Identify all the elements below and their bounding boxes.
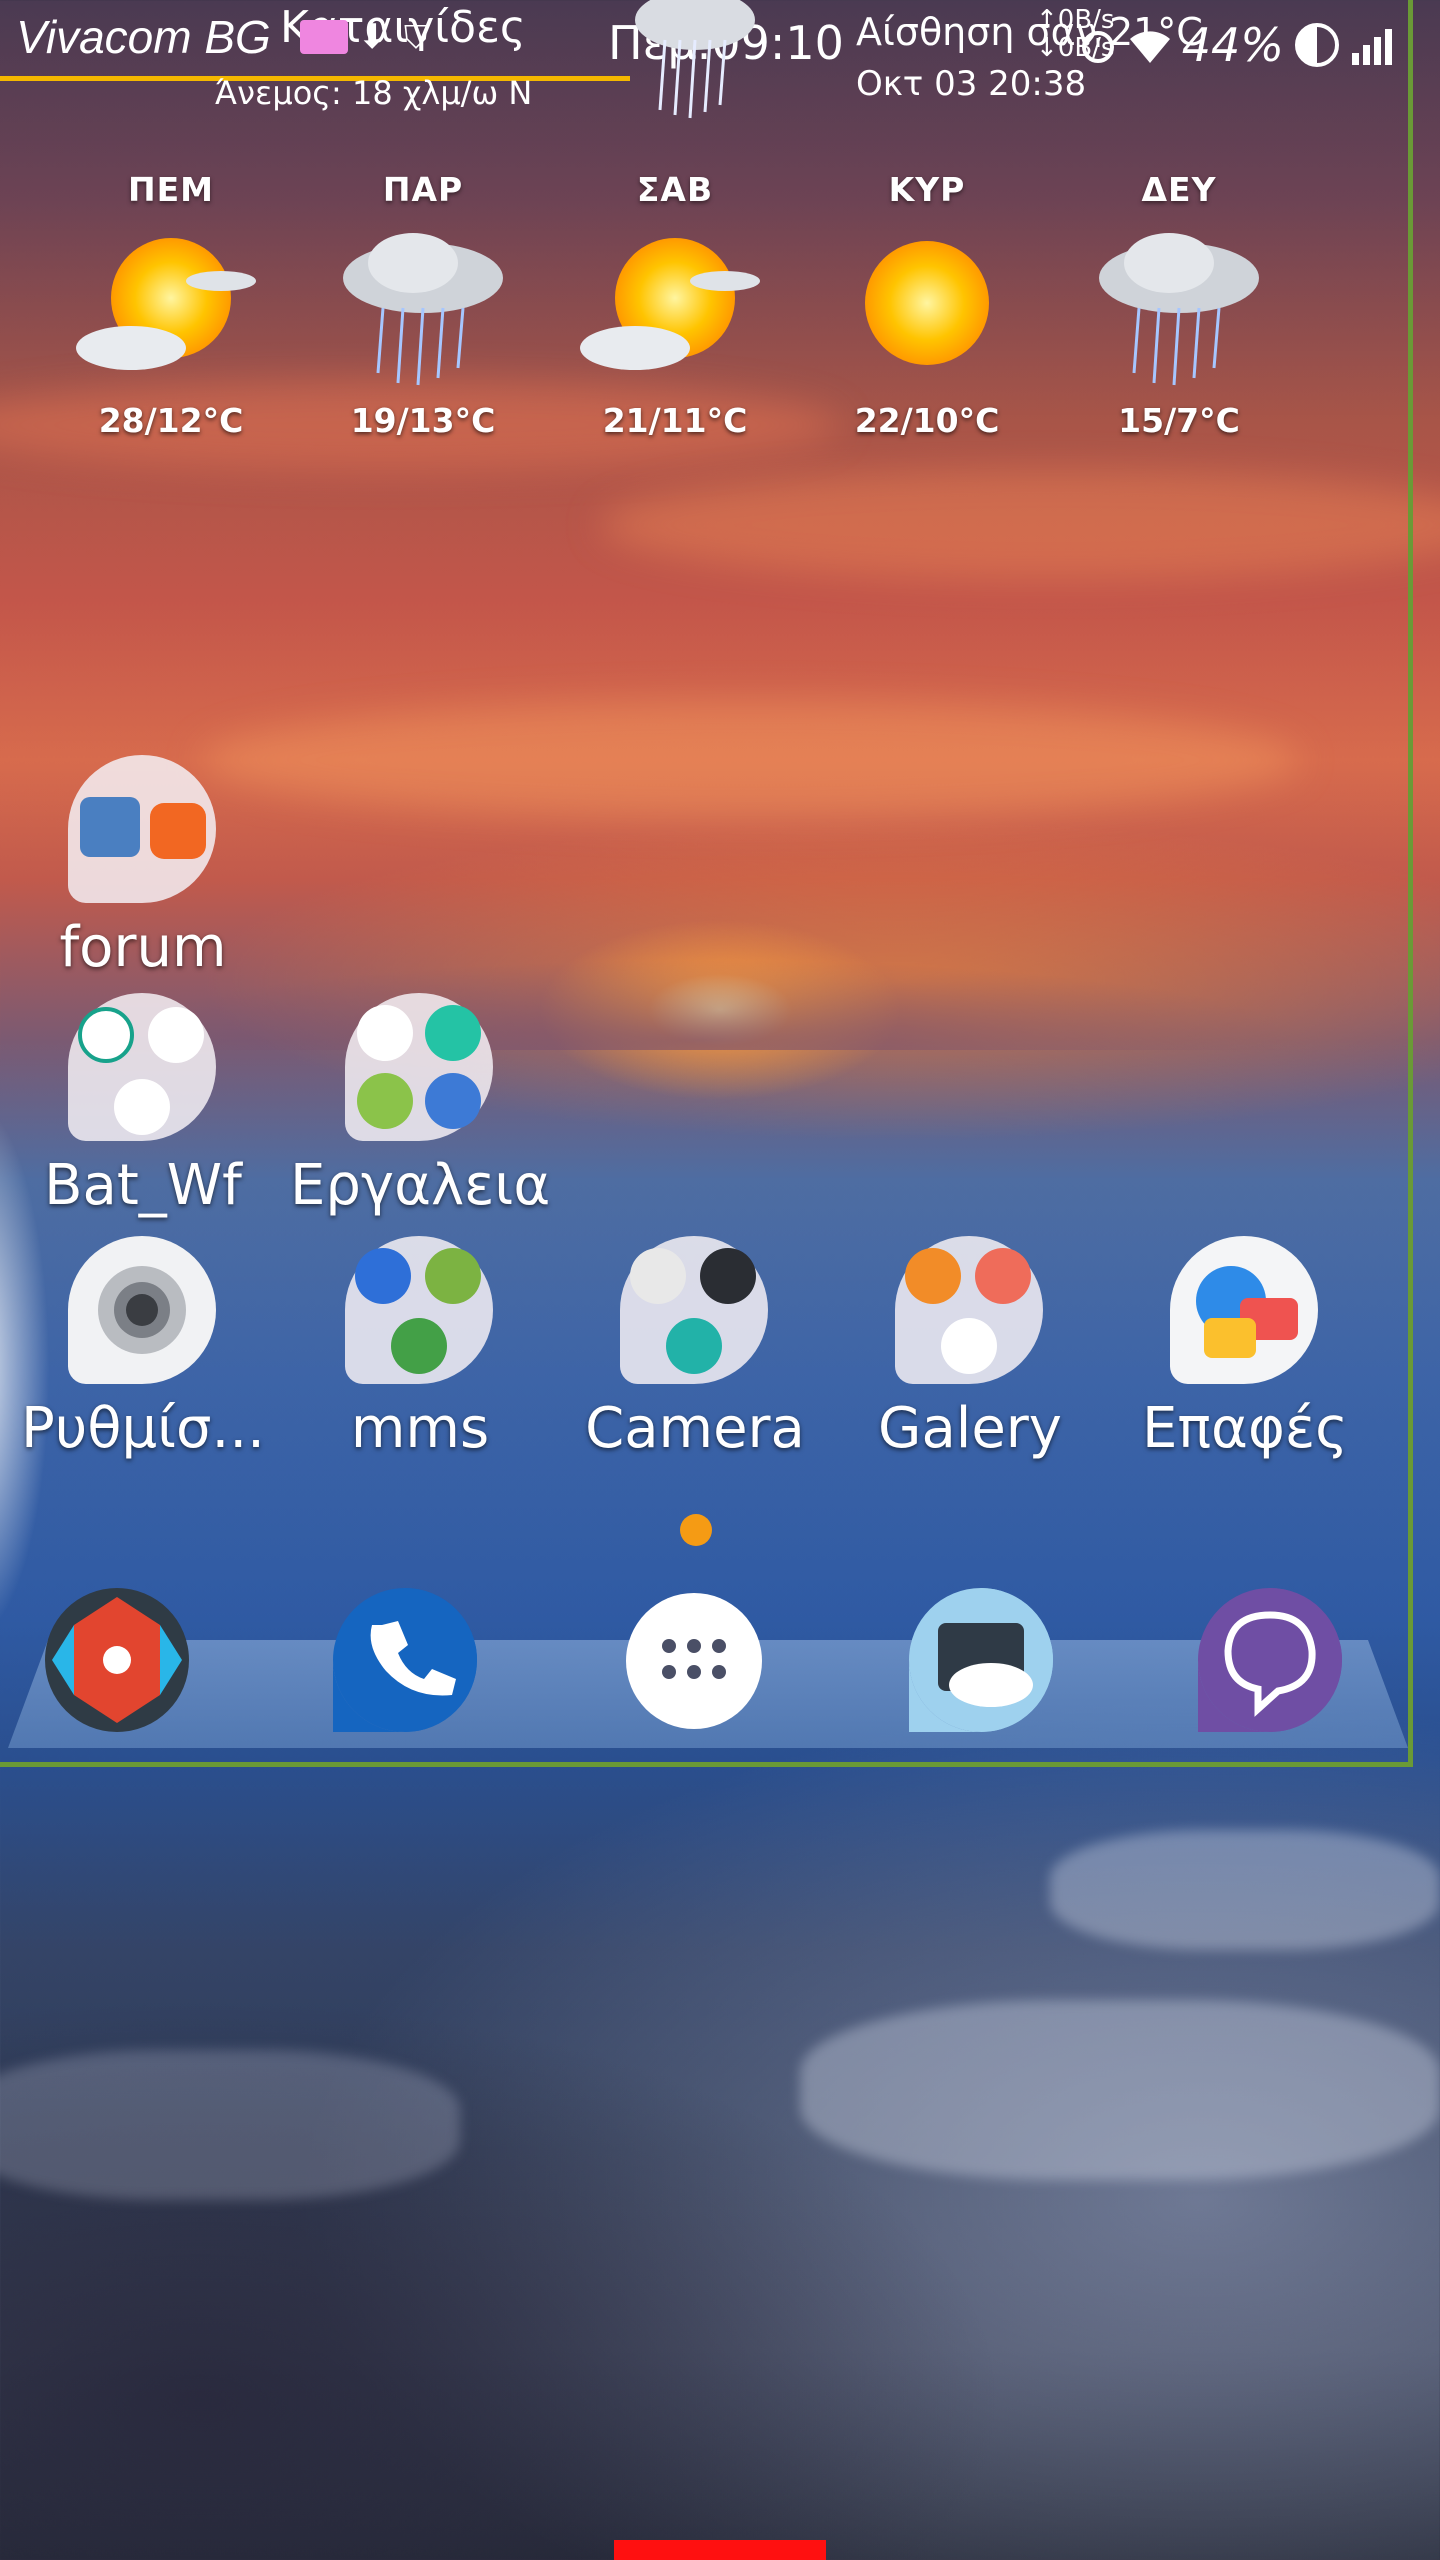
sms-backup-icon <box>425 1248 481 1304</box>
day-name: ΔΕΥ <box>1141 170 1217 209</box>
temperature: 19/13°C <box>350 401 496 440</box>
app-label: Ρυθμίσ... <box>21 1396 265 1461</box>
mu-forum-icon <box>80 797 140 857</box>
gear-icon <box>98 1266 186 1354</box>
camera-lens-icon <box>700 1248 756 1304</box>
camera2-icon <box>666 1318 722 1374</box>
folder-mms[interactable]: mms <box>290 1236 550 1461</box>
es-file-explorer-icon <box>909 1588 1053 1732</box>
photo-editor-icon <box>975 1248 1031 1304</box>
app-label: Εργαλεια <box>290 1153 551 1218</box>
icon-bubble <box>1170 1236 1318 1384</box>
android-icon <box>357 1073 413 1129</box>
temperature: 22/10°C <box>854 401 1000 440</box>
folder-tools[interactable]: Εργαλεια <box>290 993 550 1218</box>
folder-icon <box>68 993 218 1143</box>
temperature: 28/12°C <box>98 401 244 440</box>
day-name: ΠΑΡ <box>382 170 464 209</box>
rain-cloud-icon <box>1099 233 1259 386</box>
folder-bubble <box>68 755 216 903</box>
google-photos-icon <box>941 1318 997 1374</box>
folder-bubble <box>620 1236 768 1384</box>
phone-icon <box>333 1588 477 1732</box>
dock-viber[interactable] <box>1195 1585 1345 1735</box>
play-icon <box>425 1005 481 1061</box>
app-drawer-icon <box>626 1593 762 1729</box>
wallpaper-ice <box>0 2050 460 2200</box>
dock-nova-settings[interactable] <box>42 1585 192 1735</box>
gear-icon <box>68 1236 218 1386</box>
forecast-day: ΣΑΒ 21/11°C <box>549 170 801 440</box>
folder-icon <box>345 993 495 1143</box>
forecast-day: ΠΑΡ 19/13°C <box>297 170 549 440</box>
camera-icon <box>630 1248 686 1304</box>
messages-icon <box>355 1248 411 1304</box>
app-label: Επαφές <box>1141 1396 1349 1461</box>
app-settings[interactable]: Ρυθμίσ... <box>13 1236 273 1461</box>
wallpaper-ice <box>1050 1830 1440 1950</box>
hangouts-icon <box>391 1318 447 1374</box>
viber-icon <box>1198 1588 1342 1732</box>
wallpaper-ice <box>800 2000 1440 2180</box>
gallery-icon <box>905 1248 961 1304</box>
folder-bubble <box>345 993 493 1141</box>
app-label: Bat_Wf <box>44 1153 242 1218</box>
icon-bubble <box>68 1236 216 1384</box>
dock-app-drawer[interactable] <box>625 1592 763 1730</box>
temperature: 21/11°C <box>602 401 748 440</box>
weather-forecast-widget[interactable]: ΠΕΜ 28/12°C ΠΑΡ 19/13°C ΣΑΒ 21/11°C ΚΥΡ <box>45 170 1305 440</box>
page-indicator <box>680 1514 712 1546</box>
sun-cloud-icon <box>76 238 256 370</box>
tapatalk-icon <box>150 803 206 859</box>
folder-bat-wf[interactable]: Bat_Wf <box>13 993 273 1218</box>
contacts-yellow-shape <box>1204 1318 1256 1358</box>
folder-bubble <box>345 1236 493 1384</box>
rain-cloud-icon <box>343 233 503 386</box>
day-name: ΠΕΜ <box>128 170 214 209</box>
sun-icon <box>865 241 989 365</box>
wifi-widget-icon <box>114 1079 170 1135</box>
forecast-day: ΚΥΡ 22/10°C <box>801 170 1053 440</box>
app-contacts[interactable]: Επαφές <box>1115 1236 1375 1461</box>
folder-icon <box>895 1236 1045 1386</box>
folder-camera[interactable]: Camera <box>565 1236 825 1461</box>
battery-widget-icon <box>148 1007 204 1063</box>
app-label: Galery <box>878 1396 1062 1461</box>
red-bar <box>614 2540 826 2560</box>
folder-bubble <box>895 1236 1043 1384</box>
refresh-widget-icon <box>78 1007 134 1063</box>
app-label: mms <box>350 1396 490 1461</box>
folder-gallery[interactable]: Galery <box>840 1236 1100 1461</box>
app-label: Camera <box>585 1396 805 1461</box>
day-name: ΚΥΡ <box>888 170 966 209</box>
day-name: ΣΑΒ <box>636 170 714 209</box>
dock-phone[interactable] <box>330 1585 480 1735</box>
forecast-day: ΔΕΥ 15/7°C <box>1053 170 1305 440</box>
folder-icon <box>68 755 218 905</box>
folder-forum[interactable]: forum <box>13 755 273 980</box>
folder-bubble <box>68 993 216 1141</box>
nova-settings-icon <box>45 1588 189 1732</box>
folder-icon <box>345 1236 495 1386</box>
temperature: 15/7°C <box>1118 401 1240 440</box>
folder-icon <box>620 1236 770 1386</box>
contacts-icon <box>1170 1236 1320 1386</box>
dock-es-file-explorer[interactable] <box>906 1585 1056 1735</box>
app-label: forum <box>59 915 227 980</box>
sun-cloud-icon <box>580 238 760 370</box>
forecast-day: ΠΕΜ 28/12°C <box>45 170 297 440</box>
chrome-icon <box>425 1073 481 1129</box>
translate-icon <box>357 1005 413 1061</box>
